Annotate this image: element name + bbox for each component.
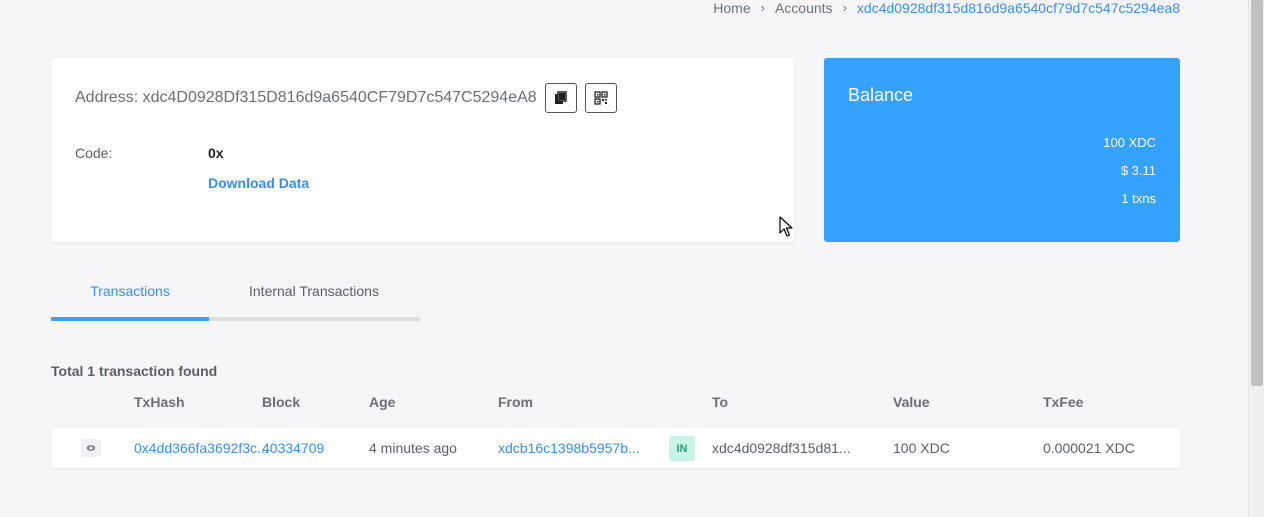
address-card: Address: xdc4D0928Df315D816d9a6540CF79D7… — [51, 58, 794, 242]
breadcrumb: Home › Accounts › xdc4d0928df315d816d9a6… — [713, 0, 1180, 16]
header-from: From — [498, 394, 533, 410]
download-data-link[interactable]: Download Data — [208, 175, 309, 191]
balance-title: Balance — [848, 85, 914, 105]
row-value: 100 XDC — [893, 440, 950, 456]
row-txhash-link[interactable]: 0x4dd366fa3692f3c... — [134, 440, 269, 456]
qr-code-button[interactable] — [584, 83, 617, 113]
tab-internal-transactions[interactable]: Internal Transactions — [249, 283, 379, 317]
balance-card: Balance 100 XDC $ 3.11 1 txns — [824, 58, 1180, 242]
breadcrumb-separator-icon: › — [760, 0, 765, 15]
row-to: xdc4d0928df315d81... — [712, 440, 851, 456]
breadcrumb-separator-icon: › — [842, 0, 847, 15]
table-header: TxHash Block Age From To Value TxFee — [0, 394, 1264, 414]
total-count: Total 1 transaction found — [51, 363, 218, 379]
code-label: Code: — [75, 145, 113, 161]
tab-transactions[interactable]: Transactions — [51, 283, 209, 321]
scrollbar-thumb[interactable] — [1251, 0, 1263, 386]
row-block-link[interactable]: 40334709 — [262, 440, 324, 456]
header-txfee: TxFee — [1043, 394, 1084, 410]
balance-usd: $ 3.11 — [1120, 163, 1156, 178]
header-block: Block — [262, 394, 301, 410]
direction-badge: IN — [669, 436, 695, 461]
copy-icon — [554, 91, 567, 104]
header-age: Age — [369, 394, 396, 410]
tabs: Transactions Internal Transactions — [51, 283, 420, 321]
address-text: Address: xdc4D0928Df315D816d9a6540CF79D7… — [75, 89, 537, 106]
qr-code-icon — [594, 91, 608, 105]
breadcrumb-home[interactable]: Home — [713, 0, 750, 16]
copy-address-button[interactable] — [544, 83, 577, 113]
view-details-button[interactable] — [81, 439, 101, 457]
row-from-link[interactable]: xdcb16c1398b5957b... — [498, 440, 640, 456]
address-line: Address: xdc4D0928Df315D816d9a6540CF79D7… — [75, 83, 617, 113]
table-row: 0x4dd366fa3692f3c... 40334709 4 minutes … — [51, 428, 1181, 468]
balance-txns: 1 txns — [1121, 191, 1156, 206]
code-value: 0x — [208, 145, 224, 161]
header-to: To — [712, 394, 729, 410]
page-scrollbar[interactable] — [1248, 0, 1264, 517]
breadcrumb-current: xdc4d0928df315d816d9a6540cf79d7c547c5294… — [856, 0, 1180, 16]
row-age: 4 minutes ago — [369, 440, 457, 456]
mouse-cursor-icon — [779, 216, 793, 237]
header-txhash: TxHash — [134, 394, 185, 410]
balance-xdc: 100 XDC — [1103, 135, 1156, 150]
row-txfee: 0.000021 XDC — [1043, 440, 1135, 456]
breadcrumb-accounts[interactable]: Accounts — [775, 0, 833, 16]
eye-icon — [86, 445, 96, 451]
header-value: Value — [893, 394, 930, 410]
